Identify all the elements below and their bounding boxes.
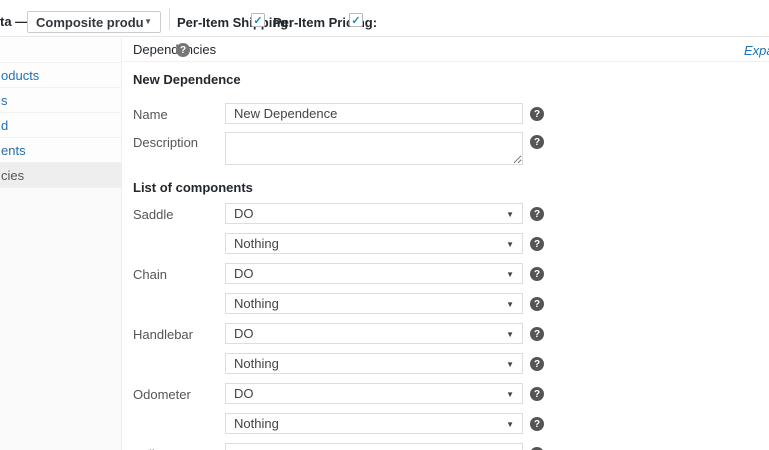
help-icon[interactable]: ? [530,107,544,121]
select-value: Nothing [234,416,279,431]
chevron-down-icon: ▼ [506,391,514,399]
component-target-select[interactable]: Nothing ▼ [225,413,523,434]
question-glyph: ? [534,137,540,148]
sidebar-tab-0[interactable] [0,38,121,63]
sidebar-tab-products[interactable]: oducts [0,63,121,88]
check-icon: ✓ [351,14,360,27]
panel-title: Dependencies [133,42,216,57]
question-glyph: ? [534,359,540,370]
help-icon[interactable]: ? [530,387,544,401]
product-type-select-value: Composite product [36,15,144,30]
name-label: Name [133,107,168,122]
question-glyph: ? [534,109,540,120]
component-action-select[interactable]: DO ▼ [225,203,523,224]
help-icon[interactable]: ? [530,135,544,149]
question-glyph: ? [534,389,540,400]
chevron-down-icon: ▼ [506,421,514,429]
help-icon[interactable]: ? [530,357,544,371]
product-data-label: ta — [0,14,28,29]
name-input[interactable] [225,103,523,124]
help-icon[interactable]: ? [530,267,544,281]
check-icon: ✓ [253,14,262,27]
chevron-down-icon: ▼ [506,301,514,309]
help-icon[interactable]: ? [530,327,544,341]
help-icon[interactable]: ? [530,417,544,431]
select-value: DO [234,326,254,341]
new-dependence-heading: New Dependence [133,72,241,87]
chevron-down-icon: ▼ [506,211,514,219]
question-glyph: ? [180,45,186,56]
question-glyph: ? [534,269,540,280]
per-item-shipping-checkbox[interactable]: ✓ [251,13,265,27]
question-glyph: ? [534,329,540,340]
question-glyph: ? [534,239,540,250]
description-label: Description [133,135,198,150]
panel-body: New Dependence Name ? Description ? List… [122,63,769,450]
select-value: DO [234,386,254,401]
select-value: Nothing [234,236,279,251]
question-glyph: ? [534,299,540,310]
sidebar-tab-label: s [1,93,8,108]
sidebar-tab-components[interactable]: ents [0,138,121,163]
help-icon[interactable]: ? [530,237,544,251]
component-target-select[interactable]: Nothing ▼ [225,353,523,374]
sidebar-tab-2[interactable]: s [0,88,121,113]
select-value: Nothing [234,296,279,311]
dependencies-panel: Dependencies ? Expand New Dependence Nam… [122,38,769,450]
sidebar-tab-label: d [1,118,8,133]
component-label: Odometer [133,387,191,402]
sidebar-tab-label: oducts [1,68,39,83]
component-action-select[interactable]: ▼ [225,443,523,450]
component-target-select[interactable]: Nothing ▼ [225,233,523,254]
help-icon[interactable]: ? [530,297,544,311]
component-action-select[interactable]: DO ▼ [225,263,523,284]
sidebar-tab-label: cies [1,168,24,183]
list-of-components-heading: List of components [133,180,253,195]
chevron-down-icon: ▼ [506,241,514,249]
question-glyph: ? [534,209,540,220]
question-glyph: ? [534,419,540,430]
component-action-select[interactable]: DO ▼ [225,383,523,404]
description-textarea[interactable] [225,132,523,165]
chevron-down-icon: ▼ [506,271,514,279]
panel-header: Dependencies ? Expand [122,38,769,62]
product-data-bar: ta — Composite product ▼ Per-Item Shippi… [0,0,769,37]
component-target-select[interactable]: Nothing ▼ [225,293,523,314]
topbar-divider [169,8,170,30]
expand-link[interactable]: Expand [744,43,769,58]
chevron-down-icon: ▼ [506,331,514,339]
product-type-select[interactable]: Composite product ▼ [27,11,161,33]
product-data-tabs: oducts s d ents cies [0,38,122,450]
chevron-down-icon: ▼ [506,361,514,369]
select-value: DO [234,266,254,281]
select-value: DO [234,206,254,221]
help-icon[interactable]: ? [530,207,544,221]
sidebar-tab-3[interactable]: d [0,113,121,138]
component-label: Saddle [133,207,173,222]
sidebar-tab-dependencies[interactable]: cies [0,163,121,188]
chevron-down-icon: ▼ [144,18,152,26]
per-item-pricing-checkbox[interactable]: ✓ [349,13,363,27]
sidebar-tab-label: ents [1,143,26,158]
component-label: Handlebar [133,327,193,342]
help-icon[interactable]: ? [176,43,190,57]
component-label: Chain [133,267,167,282]
component-action-select[interactable]: DO ▼ [225,323,523,344]
select-value: Nothing [234,356,279,371]
